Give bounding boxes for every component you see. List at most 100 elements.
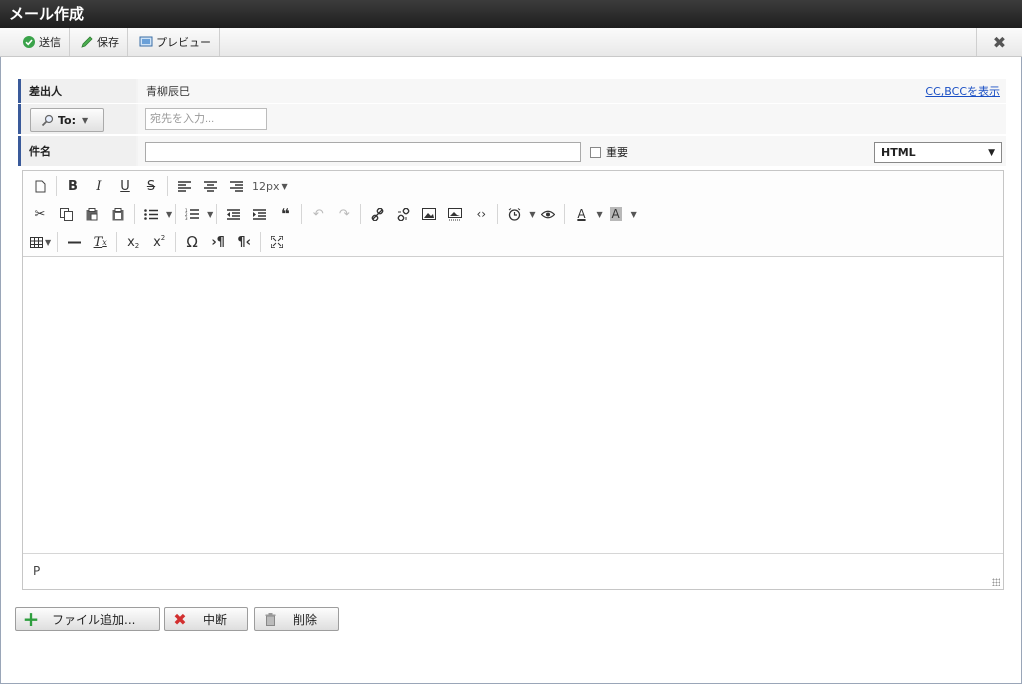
align-center-icon[interactable] (197, 174, 223, 198)
paste-icon[interactable] (79, 202, 105, 226)
superscript-icon[interactable]: x2 (146, 230, 172, 254)
subject-label: 件名 (18, 136, 136, 166)
send-label: 送信 (39, 36, 61, 49)
to-input[interactable] (145, 108, 267, 130)
editor-status-bar: P (23, 553, 1003, 589)
toolbar-divider (260, 232, 262, 252)
align-right-icon[interactable] (223, 174, 249, 198)
window-title: メール作成 (0, 0, 1022, 28)
abort-button[interactable]: ✖ 中断 (164, 607, 248, 631)
outdent-icon[interactable] (220, 202, 246, 226)
rtl-paragraph-icon[interactable]: ¶‹ (231, 230, 257, 254)
editor-toolbar-row-1: B I U S 12px ▼ (27, 173, 291, 199)
chevron-down-icon[interactable]: ▼ (207, 210, 213, 219)
code-icon[interactable]: ‹› (468, 202, 494, 226)
delete-button[interactable]: 削除 (254, 607, 339, 631)
editor-content-area[interactable] (23, 257, 1003, 553)
preview-button[interactable]: プレビュー (131, 28, 220, 56)
send-button[interactable]: 送信 (14, 28, 70, 56)
undo-icon[interactable]: ↶ (305, 202, 331, 226)
pencil-icon (80, 35, 94, 49)
subject-row: 件名 重要 HTML ▼ (18, 136, 1006, 166)
media-icon[interactable] (442, 202, 468, 226)
important-checkbox[interactable] (590, 146, 601, 158)
cut-icon[interactable]: ✂ (27, 202, 53, 226)
fullscreen-icon[interactable] (264, 230, 290, 254)
important-toggle[interactable]: 重要 (590, 144, 628, 160)
underline-icon[interactable]: U (112, 174, 138, 198)
image-icon[interactable] (416, 202, 442, 226)
clock-icon[interactable] (501, 202, 527, 226)
link-icon[interactable] (364, 202, 390, 226)
sender-body: 青柳辰巳 CC,BCCを表示 (138, 79, 1006, 103)
important-label: 重要 (606, 146, 628, 159)
unlink-icon[interactable] (390, 202, 416, 226)
new-document-icon[interactable] (27, 174, 53, 198)
chevron-down-icon: ▼ (281, 181, 288, 191)
chevron-down-icon: ▼ (988, 147, 995, 158)
toolbar-divider (134, 204, 135, 224)
ltr-paragraph-icon[interactable]: ›¶ (205, 230, 231, 254)
background-color-icon[interactable]: A (603, 202, 629, 226)
to-row: To: ▼ (18, 104, 1006, 134)
toolbar-divider (56, 176, 57, 196)
format-value: HTML (881, 146, 916, 159)
text-color-icon[interactable]: A (568, 202, 594, 226)
numbered-list-icon[interactable]: 123 (179, 202, 205, 226)
paste-text-icon[interactable] (105, 202, 131, 226)
resize-handle-icon[interactable] (992, 578, 1000, 586)
chevron-down-icon[interactable]: ▼ (631, 210, 637, 219)
x-icon: ✖ (173, 609, 187, 629)
bold-icon[interactable]: B (60, 174, 86, 198)
chevron-down-icon[interactable]: ▼ (166, 210, 172, 219)
blockquote-icon[interactable]: ❝ (272, 202, 298, 226)
italic-icon[interactable]: I (86, 174, 112, 198)
preview-label: プレビュー (156, 36, 211, 49)
editor-toolbar: B I U S 12px ▼ ✂ ▼ 123 ▼ ❝ ↶ ↷ ‹› ▼ A ▼ … (23, 171, 1003, 257)
sender-label: 差出人 (18, 79, 136, 103)
delete-label: 削除 (293, 612, 318, 627)
sender-row: 差出人 青柳辰巳 CC,BCCを表示 (18, 79, 1006, 103)
to-address-book-button[interactable]: To: ▼ (30, 108, 104, 132)
toolbar-divider (216, 204, 218, 224)
eye-icon[interactable] (535, 202, 561, 226)
chevron-down-icon: ▼ (45, 237, 52, 247)
copy-icon[interactable] (53, 202, 79, 226)
add-file-button[interactable]: + ファイル追加... (15, 607, 160, 631)
toolbar-divider (564, 204, 566, 224)
check-circle-icon (22, 35, 36, 49)
subject-body: 重要 HTML ▼ (138, 136, 1006, 166)
horizontal-rule-icon[interactable] (61, 230, 87, 254)
toolbar-divider (360, 204, 362, 224)
toolbar-divider (116, 232, 118, 252)
align-left-icon[interactable] (171, 174, 197, 198)
strikethrough-icon[interactable]: S (138, 174, 164, 198)
font-size-dropdown[interactable]: 12px ▼ (249, 174, 291, 198)
to-button-label: To: (58, 113, 76, 127)
monitor-icon (139, 35, 153, 49)
editor-toolbar-row-2: ✂ ▼ 123 ▼ ❝ ↶ ↷ ‹› ▼ A ▼ A ▼ (27, 201, 637, 227)
save-label: 保存 (97, 36, 119, 49)
format-select[interactable]: HTML ▼ (874, 142, 1002, 163)
toolbar-divider (301, 204, 303, 224)
redo-icon[interactable]: ↷ (331, 202, 357, 226)
show-cc-bcc-link[interactable]: CC,BCCを表示 (925, 83, 1000, 99)
font-size-value: 12px (252, 179, 280, 193)
element-path[interactable]: P (33, 564, 40, 578)
clear-format-icon[interactable]: Tx (87, 230, 113, 254)
subject-input[interactable] (145, 142, 581, 162)
save-button[interactable]: 保存 (72, 28, 128, 56)
trash-icon (255, 612, 285, 626)
rich-text-editor: B I U S 12px ▼ ✂ ▼ 123 ▼ ❝ ↶ ↷ ‹› ▼ A ▼ … (22, 170, 1004, 590)
svg-text:3: 3 (185, 216, 188, 220)
to-label-cell: To: ▼ (18, 104, 136, 134)
toolbar-divider (175, 232, 177, 252)
special-character-icon[interactable]: Ω (179, 230, 205, 254)
close-button[interactable]: ✖ (976, 28, 1022, 56)
abort-label: 中断 (203, 612, 228, 627)
toolbar-divider (497, 204, 499, 224)
bullet-list-icon[interactable] (138, 202, 164, 226)
indent-icon[interactable] (246, 202, 272, 226)
subscript-icon[interactable]: x2 (120, 230, 146, 254)
table-icon[interactable]: ▼ (27, 230, 54, 254)
